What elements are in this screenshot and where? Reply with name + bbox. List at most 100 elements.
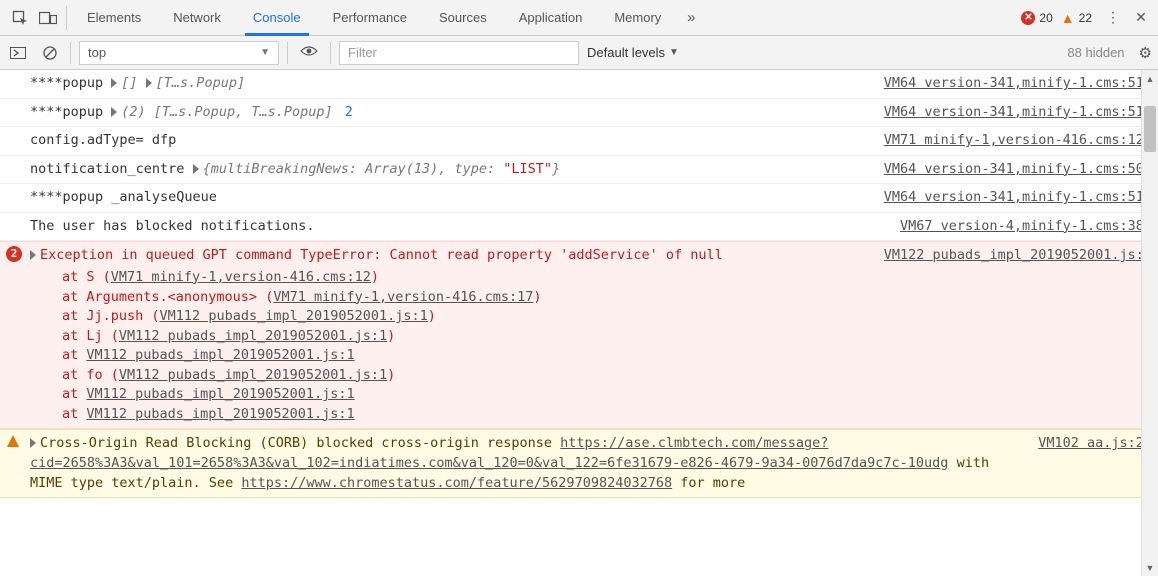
more-tabs-icon[interactable]: » xyxy=(677,9,705,26)
expand-toggle-icon[interactable] xyxy=(146,78,152,88)
log-text: The user has blocked notifications. xyxy=(30,218,314,234)
stack-frame: at VM112 pubads_impl_2019052001.js:1 xyxy=(30,346,864,366)
console-log-row: notification_centre {multiBreakingNews: … xyxy=(0,156,1158,185)
stack-frame: at VM112 pubads_impl_2019052001.js:1 xyxy=(30,405,864,425)
log-message: Exception in queued GPT command TypeErro… xyxy=(30,246,864,424)
console-log-row: The user has blocked notifications. VM67 … xyxy=(0,213,1158,242)
stack-prefix: at xyxy=(62,406,86,422)
source-link[interactable]: VM112 pubads_impl_2019052001.js:1 xyxy=(160,308,428,324)
error-text: Exception in queued GPT command TypeErro… xyxy=(40,247,723,263)
log-text: for more xyxy=(672,475,745,491)
warning-count-value: 22 xyxy=(1079,11,1092,25)
scroll-up-icon[interactable]: ▲ xyxy=(1142,70,1158,87)
device-toolbar-icon[interactable] xyxy=(34,11,62,25)
stack-suffix: ) xyxy=(371,269,379,285)
console-log-inner: ****popup [] [T…s.Popup] VM64 version-341… xyxy=(0,70,1158,498)
expand-toggle-icon[interactable] xyxy=(30,438,36,448)
tab-application[interactable]: Application xyxy=(503,0,599,35)
expand-toggle-icon[interactable] xyxy=(30,250,36,260)
source-link[interactable]: VM64 version-341,minify-1.cms:516 xyxy=(884,188,1152,208)
expand-toggle-icon[interactable] xyxy=(111,107,117,117)
source-link[interactable]: VM71 minify-1,version-416.cms:17 xyxy=(273,289,533,305)
source-link[interactable]: VM64 version-341,minify-1.cms:506 xyxy=(884,160,1152,180)
stack-frame: at S (VM71 minify-1,version-416.cms:12) xyxy=(30,268,864,288)
error-icon: ✕ xyxy=(1021,11,1035,25)
stack-prefix: at xyxy=(62,347,86,363)
scroll-thumb[interactable] xyxy=(1144,106,1156,152)
log-text: [] xyxy=(121,75,145,91)
log-message: Cross-Origin Read Blocking (CORB) blocke… xyxy=(30,434,1018,493)
source-link[interactable]: VM122 pubads_impl_2019052001.js:1 xyxy=(884,246,1152,424)
console-warn-row: Cross-Origin Read Blocking (CORB) blocke… xyxy=(0,429,1158,498)
hidden-messages-count[interactable]: 88 hidden xyxy=(1067,45,1124,60)
console-log-row: ****popup (2) [T…s.Popup, T…s.Popup] 2 VM… xyxy=(0,99,1158,128)
tab-performance[interactable]: Performance xyxy=(317,0,423,35)
log-text: ****popup xyxy=(30,75,111,91)
inline-link[interactable]: https://www.chromestatus.com/feature/562… xyxy=(241,475,672,491)
log-text: {multiBreakingNews: Array(13), type: xyxy=(203,161,504,177)
log-level-selector[interactable]: Default levels ▼ xyxy=(587,45,679,60)
source-link[interactable]: VM112 pubads_impl_2019052001.js:1 xyxy=(86,386,354,402)
source-link[interactable]: VM67 version-4,minify-1.cms:386 xyxy=(900,217,1152,237)
tab-console[interactable]: Console xyxy=(237,0,317,35)
log-text: ****popup xyxy=(30,104,111,120)
expand-toggle-icon[interactable] xyxy=(111,78,117,88)
console-log-row: ****popup _analyseQueueVM64 version-341,… xyxy=(0,184,1158,213)
stack-prefix: at xyxy=(62,386,86,402)
stack-suffix: ) xyxy=(533,289,541,305)
stack-prefix: at fo ( xyxy=(62,367,119,383)
separator xyxy=(287,42,288,64)
filter-input[interactable]: Filter xyxy=(339,41,579,65)
expand-toggle-icon[interactable] xyxy=(193,164,199,174)
warning-icon: ▲ xyxy=(1061,10,1075,26)
log-text: Cross-Origin Read Blocking (CORB) blocke… xyxy=(40,435,560,451)
tab-network[interactable]: Network xyxy=(157,0,237,35)
log-text: (2) [T…s.Popup, T…s.Popup] xyxy=(121,104,332,120)
source-link[interactable]: VM112 pubads_impl_2019052001.js:1 xyxy=(119,367,387,383)
live-expression-icon[interactable] xyxy=(296,45,322,60)
show-console-sidebar-icon[interactable] xyxy=(6,47,30,59)
stack-frame: at VM112 pubads_impl_2019052001.js:1 xyxy=(30,385,864,405)
scroll-down-icon[interactable]: ▼ xyxy=(1142,559,1158,576)
warning-badge-icon xyxy=(6,434,20,448)
clear-console-icon[interactable] xyxy=(38,46,62,60)
source-link[interactable]: VM102 aa.js:28 xyxy=(1038,434,1152,493)
separator xyxy=(66,6,67,30)
inspect-element-icon[interactable] xyxy=(6,10,34,26)
console-log-row: ****popup [] [T…s.Popup] VM64 version-341… xyxy=(0,70,1158,99)
console-log-area[interactable]: ****popup [] [T…s.Popup] VM64 version-341… xyxy=(0,70,1158,576)
context-label: top xyxy=(88,45,106,60)
console-toolbar: top ▼ Filter Default levels ▼ 88 hidden … xyxy=(0,36,1158,70)
source-link[interactable]: VM64 version-341,minify-1.cms:515 xyxy=(884,74,1152,94)
close-devtools-icon[interactable]: ✕ xyxy=(1130,9,1152,26)
console-error-row: 2 Exception in queued GPT command TypeErr… xyxy=(0,241,1158,429)
source-link[interactable]: VM112 pubads_impl_2019052001.js:1 xyxy=(86,406,354,422)
stack-prefix: at Arguments.<anonymous> ( xyxy=(62,289,273,305)
log-message: ****popup [] [T…s.Popup] xyxy=(30,74,864,94)
source-link[interactable]: VM64 version-341,minify-1.cms:515 xyxy=(884,103,1152,123)
log-message: ****popup (2) [T…s.Popup, T…s.Popup] 2 xyxy=(30,103,864,123)
separator xyxy=(330,42,331,64)
tab-memory[interactable]: Memory xyxy=(598,0,677,35)
log-message: notification_centre {multiBreakingNews: … xyxy=(30,160,864,180)
vertical-scrollbar[interactable]: ▲ ▼ xyxy=(1141,70,1158,576)
log-text: "LIST" xyxy=(503,161,552,177)
source-link[interactable]: VM71 minify-1,version-416.cms:12 xyxy=(111,269,371,285)
stack-frame: at fo (VM112 pubads_impl_2019052001.js:1… xyxy=(30,366,864,386)
error-count[interactable]: ✕ 20 xyxy=(1021,11,1052,25)
tab-elements[interactable]: Elements xyxy=(71,0,157,35)
log-text: notification_centre xyxy=(30,161,193,177)
warning-count[interactable]: ▲ 22 xyxy=(1061,10,1092,26)
source-link[interactable]: VM71 minify-1,version-416.cms:128 xyxy=(884,131,1152,151)
stack-frame: at Lj (VM112 pubads_impl_2019052001.js:1… xyxy=(30,327,864,347)
execution-context-selector[interactable]: top ▼ xyxy=(79,41,279,65)
source-link[interactable]: VM112 pubads_impl_2019052001.js:1 xyxy=(119,328,387,344)
chevron-down-icon: ▼ xyxy=(260,47,270,58)
source-link[interactable]: VM112 pubads_impl_2019052001.js:1 xyxy=(86,347,354,363)
tab-sources[interactable]: Sources xyxy=(423,0,503,35)
console-settings-icon[interactable]: ⚙ xyxy=(1139,44,1152,62)
stack-suffix: ) xyxy=(387,328,395,344)
customize-menu-icon[interactable]: ⋮ xyxy=(1102,9,1124,26)
error-badge-icon: 2 xyxy=(6,246,22,262)
filter-placeholder: Filter xyxy=(348,45,377,60)
